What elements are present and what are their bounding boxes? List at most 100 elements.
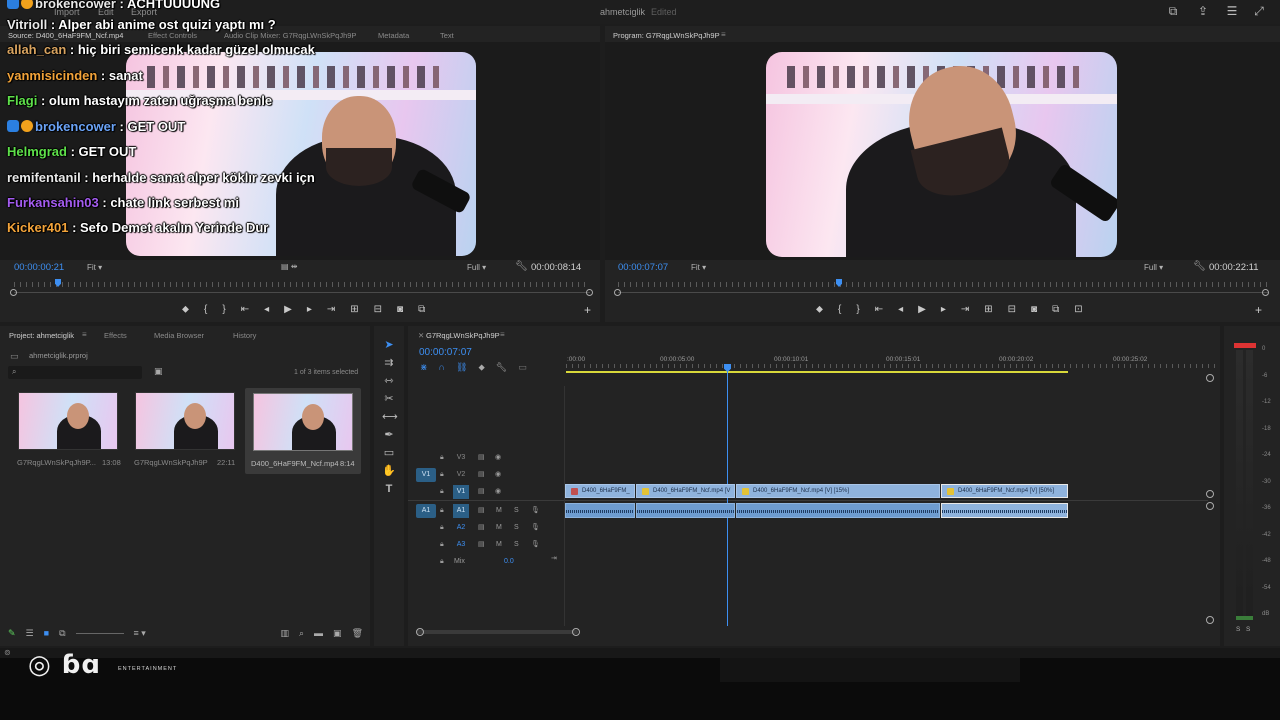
source-timecode[interactable]: 00:00:00:21 (14, 262, 64, 273)
button-editor-icon[interactable]: ⧉ (418, 304, 425, 315)
sync-lock-icon[interactable]: ▤ (478, 506, 485, 514)
new-bin-icon[interactable]: ▬ (314, 628, 323, 638)
solo-button[interactable]: S (514, 507, 519, 514)
play-icon[interactable]: ▶ (284, 304, 292, 315)
tab-sequence[interactable]: G7RqgLWnSkPqJh9P (426, 331, 500, 340)
tab-metadata[interactable]: Metadata (378, 31, 409, 40)
program-full-select[interactable]: Full ▾ (1144, 263, 1163, 272)
mix-value[interactable]: 0.0 (504, 558, 514, 565)
eye-icon[interactable]: ◉ (495, 453, 501, 461)
sort-icon[interactable]: ≡ ▾ (134, 628, 146, 639)
trash-icon[interactable]: 🗑︎ (352, 628, 363, 639)
workspace-icon[interactable]: ⧉ (1166, 5, 1180, 17)
lock-icon[interactable]: 🔒︎ (440, 454, 444, 462)
mark-in-icon[interactable]: { (838, 304, 841, 315)
vertical-scroll-handle[interactable] (1206, 616, 1214, 624)
project-search-input[interactable]: ⌕ (8, 366, 142, 379)
audio-clip-selected[interactable] (941, 503, 1068, 518)
pen-tool-icon[interactable]: ✒ (382, 428, 396, 442)
lock-icon[interactable]: 🔒︎ (440, 471, 444, 479)
sync-lock-icon[interactable]: ▤ (478, 470, 485, 478)
program-video-viewer[interactable] (605, 42, 1280, 260)
camera-icon[interactable]: ◙ (397, 304, 403, 315)
mark-out-icon[interactable]: } (856, 304, 859, 315)
sync-lock-icon[interactable]: ▤ (478, 487, 485, 495)
lock-icon[interactable]: 🔒︎ (440, 488, 444, 496)
button-editor-icon[interactable]: ⊡ (1074, 304, 1082, 315)
play-icon[interactable]: ▶ (918, 304, 926, 315)
hand-tool-icon[interactable]: ✋ (382, 464, 396, 478)
new-search-bin-icon[interactable]: ▣ (154, 366, 163, 377)
lock-icon[interactable]: 🔒︎ (440, 558, 444, 566)
mark-in-icon[interactable]: { (204, 304, 207, 315)
timeline-horizontal-scrollbar[interactable] (416, 630, 578, 634)
type-tool-icon[interactable]: T (382, 482, 396, 496)
go-to-out-icon[interactable]: ⇥ (961, 304, 969, 315)
vertical-scroll-handle[interactable] (1206, 502, 1214, 510)
source-ruler[interactable] (14, 282, 590, 287)
voiceover-mic-icon[interactable]: 🎙︎ (531, 506, 540, 514)
sync-lock-icon[interactable]: ▤ (478, 540, 485, 548)
scroll-end-handle[interactable] (572, 628, 580, 636)
tab-effect-controls[interactable]: Effect Controls (148, 31, 197, 40)
track-select-tool-icon[interactable]: ⇉ (382, 356, 396, 370)
captions-icon[interactable]: ▭ (518, 362, 527, 373)
voiceover-mic-icon[interactable]: 🎙︎ (531, 540, 540, 548)
wrench-icon[interactable]: 🔧︎ (515, 261, 528, 272)
step-back-icon[interactable]: ◂ (264, 304, 269, 315)
sequence-tab-menu-icon[interactable]: ≡ (500, 330, 505, 339)
source-full-select[interactable]: Full ▾ (467, 263, 486, 272)
lift-icon[interactable]: ⊞ (984, 304, 992, 315)
step-forward-icon[interactable]: ▸ (941, 304, 946, 315)
program-ruler[interactable] (618, 282, 1268, 287)
vertical-scroll-handle[interactable] (1206, 490, 1214, 498)
scroll-start-handle[interactable] (416, 628, 424, 636)
tab-project[interactable]: Project: ahmetciglik (9, 331, 74, 340)
hamburger-menu-icon[interactable]: ☰ (1225, 5, 1239, 17)
project-tab-menu-icon[interactable]: ≡ (82, 330, 87, 339)
audio-clip[interactable] (636, 503, 735, 518)
share-icon[interactable]: ⇪ (1196, 5, 1210, 17)
timeline-timecode[interactable]: 00:00:07:07 (419, 347, 472, 358)
sync-lock-icon[interactable]: ▤ (478, 523, 485, 531)
tab-effects[interactable]: Effects (104, 331, 127, 340)
selection-tool-icon[interactable]: ➤ (382, 338, 396, 352)
video-clip[interactable]: D400_6HaF9FM_Ncf.mp4 [V (636, 484, 735, 498)
voiceover-mic-icon[interactable]: 🎙︎ (531, 523, 540, 531)
video-clip-selected[interactable]: D400_6HaF9FM_Ncf.mp4 [V] [50%] (941, 484, 1068, 498)
new-item-icon[interactable]: ▣ (333, 628, 342, 639)
go-to-end-icon[interactable]: ⇥ (551, 554, 557, 562)
extract-icon[interactable]: ⊟ (1008, 304, 1016, 315)
source-scrub-bar[interactable] (14, 292, 590, 293)
insert-icon[interactable]: ⊞ (350, 304, 358, 315)
timeline-ruler[interactable] (566, 364, 1216, 368)
track-a2-label[interactable]: A2 (453, 521, 469, 535)
tab-history[interactable]: History (233, 331, 256, 340)
program-scrub-end-handle[interactable] (1262, 289, 1269, 296)
add-marker-icon[interactable]: ⬥ (182, 304, 189, 315)
razor-tool-icon[interactable]: ✂ (382, 392, 396, 406)
add-marker-icon[interactable]: ⬥ (478, 362, 484, 373)
project-item-3-selected[interactable]: D400_6HaF9FM_Ncf.mp4 8:14 (245, 388, 361, 474)
program-scrub-bar[interactable] (618, 292, 1268, 293)
snap-icon[interactable]: ∩ (439, 362, 445, 373)
tab-close-icon[interactable]: ✕ (418, 331, 424, 340)
go-to-in-icon[interactable]: ⇤ (241, 304, 249, 315)
program-fit-select[interactable]: Fit ▾ (691, 263, 706, 272)
program-scrub-start-handle[interactable] (614, 289, 621, 296)
solo-button[interactable]: S (514, 541, 519, 548)
add-marker-icon[interactable]: ⬥ (816, 304, 823, 315)
tab-text[interactable]: Text (440, 31, 454, 40)
track-v2-label[interactable]: V2 (453, 468, 469, 482)
rectangle-tool-icon[interactable]: ▭ (382, 446, 396, 460)
freeform-view-icon[interactable]: ⧉ (59, 628, 65, 639)
source-fit-select[interactable]: Fit ▾ (87, 263, 102, 272)
source-scrub-start-handle[interactable] (10, 289, 17, 296)
pencil-icon[interactable]: ✎ (8, 628, 16, 639)
program-add-button-icon[interactable]: + (1255, 303, 1262, 317)
source-add-button-icon[interactable]: + (584, 303, 591, 317)
mute-button[interactable]: M (496, 524, 502, 531)
step-forward-icon[interactable]: ▸ (307, 304, 312, 315)
tab-audio-clip-mixer[interactable]: Audio Clip Mixer: G7RqgLWnSkPqJh9P (224, 31, 356, 40)
go-to-out-icon[interactable]: ⇥ (327, 304, 335, 315)
